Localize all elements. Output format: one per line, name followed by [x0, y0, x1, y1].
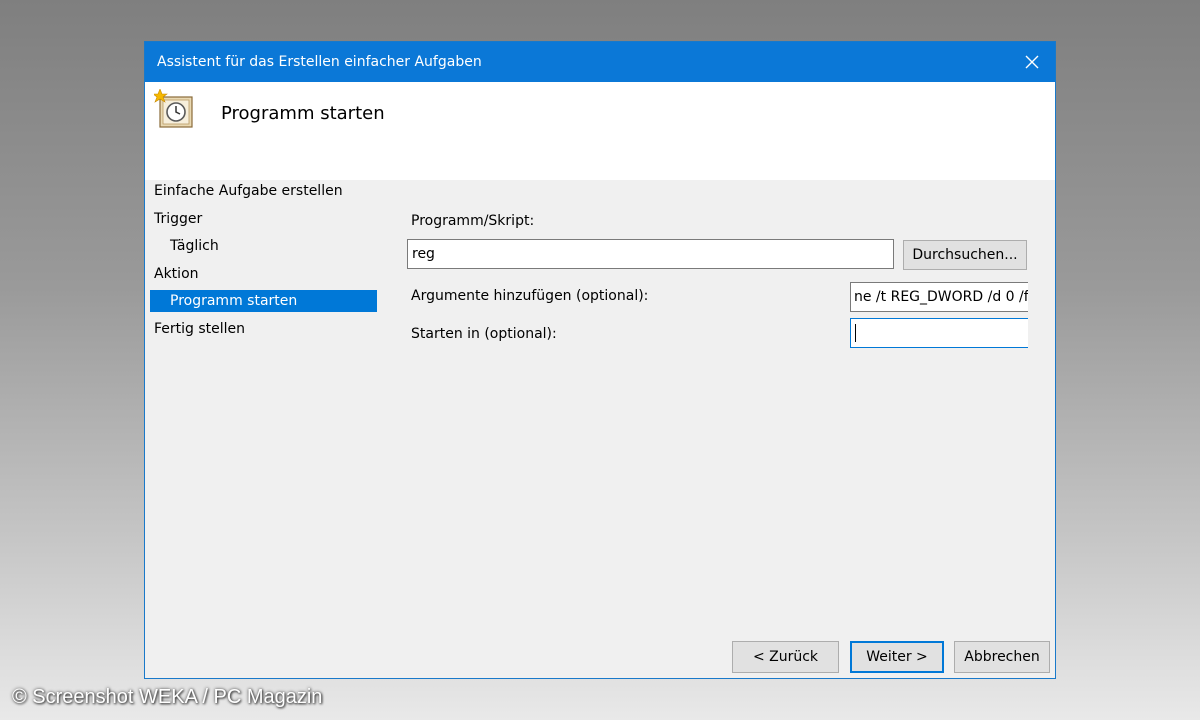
- header-panel: Programm starten: [145, 82, 1055, 180]
- arguments-input[interactable]: ne /t REG_DWORD /d 0 /f: [850, 282, 1028, 312]
- nav-step-trigger: Trigger: [154, 211, 203, 227]
- text-caret: [855, 324, 856, 342]
- close-icon: [1025, 55, 1039, 69]
- title-bar[interactable]: Assistent für das Erstellen einfacher Au…: [145, 42, 1055, 82]
- nav-step-create-basic-task: Einfache Aufgabe erstellen: [154, 183, 343, 199]
- wizard-window: Assistent für das Erstellen einfacher Au…: [144, 41, 1056, 679]
- nav-step-start-program: Programm starten: [150, 290, 377, 312]
- program-script-label: Programm/Skript:: [411, 213, 535, 229]
- program-script-input[interactable]: [407, 239, 894, 269]
- page-title: Programm starten: [221, 103, 385, 124]
- close-button[interactable]: [1009, 42, 1055, 82]
- back-button[interactable]: < Zurück: [732, 641, 839, 673]
- window-title: Assistent für das Erstellen einfacher Au…: [157, 54, 482, 70]
- cancel-button[interactable]: Abbrechen: [954, 641, 1050, 673]
- start-in-label: Starten in (optional):: [411, 326, 557, 342]
- browse-button[interactable]: Durchsuchen...: [903, 240, 1027, 270]
- arguments-value: ne /t REG_DWORD /d 0 /f: [854, 289, 1028, 305]
- nav-step-action: Aktion: [154, 266, 199, 282]
- copyright-watermark: © Screenshot WEKA / PC Magazin: [12, 686, 323, 708]
- nav-step-finish: Fertig stellen: [154, 321, 246, 337]
- next-button[interactable]: Weiter >: [850, 641, 944, 673]
- arguments-label: Argumente hinzufügen (optional):: [411, 288, 649, 304]
- start-in-input[interactable]: [850, 318, 1028, 348]
- nav-step-daily: Täglich: [170, 238, 219, 254]
- task-scheduler-clock-icon: [154, 89, 193, 128]
